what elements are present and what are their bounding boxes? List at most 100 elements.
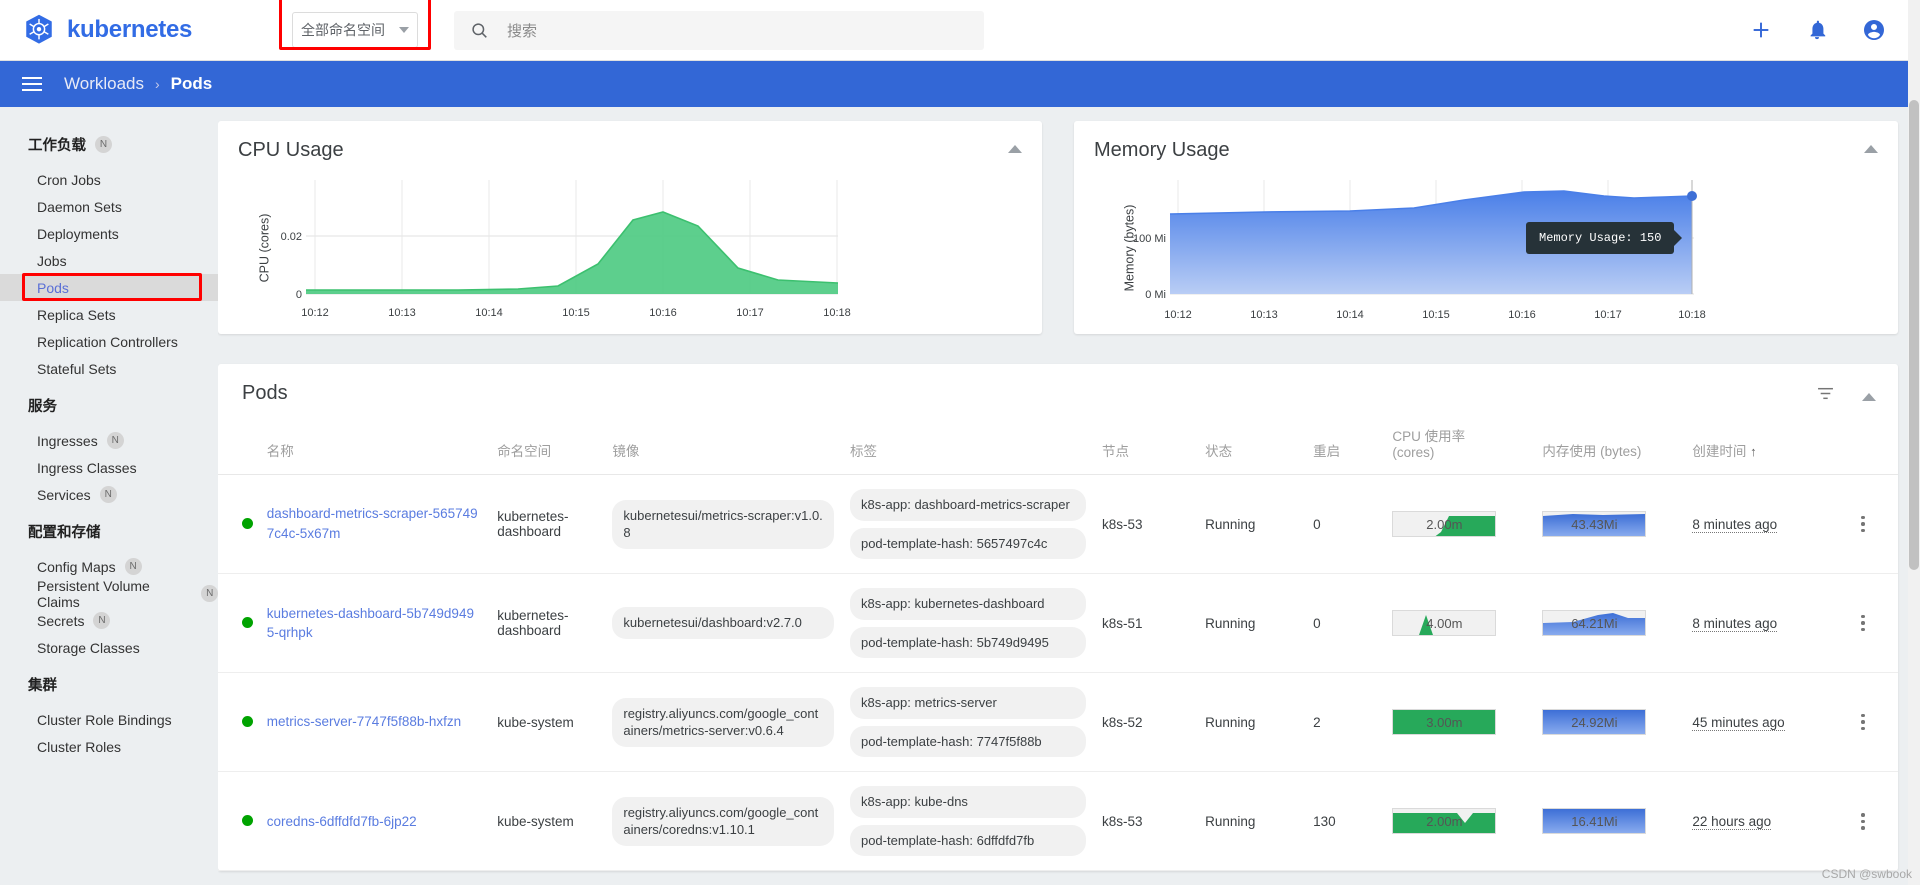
sidebar-item-persistent-volume-claims[interactable]: Persistent Volume Claims N [0,578,218,610]
sidebar-item-stateful-sets[interactable]: Stateful Sets [0,355,218,382]
svg-text:10:17: 10:17 [1594,309,1622,321]
th-images[interactable]: 镜像 [604,419,842,475]
table-row[interactable]: kubernetes-dashboard-5b749d9495-qrhpk kub… [218,573,1898,674]
bell-icon[interactable] [1806,19,1828,41]
pods-collapse-icon[interactable] [1862,392,1876,401]
memory-collapse-icon[interactable] [1864,145,1878,153]
app-shell: 工作负载 N Cron Jobs Daemon Sets Deployments Jobs… [0,107,1920,885]
sidebar-item-ingresses[interactable]: Ingresses N [0,427,218,454]
row-age-cell: 45 minutes ago [1684,672,1829,773]
th-name[interactable]: 名称 [258,419,490,475]
sidebar-item-label: Deployments [37,225,119,242]
row-name-cell: coredns-6dffdfd7fb-6jp22 [258,771,490,872]
th-created[interactable]: 创建时间 ↑ [1684,419,1829,475]
status-running-dot-icon [242,715,253,727]
chevron-down-icon [399,27,409,33]
sidebar-item-label: Jobs [37,252,67,269]
namespace-select[interactable]: 全部命名空间 [292,12,418,48]
memory-value: 24.92Mi [1571,714,1618,730]
sidebar-group-label: 服务 [28,399,57,415]
search-input[interactable]: 搜索 [507,20,537,41]
pod-name-link[interactable]: dashboard-metrics-scraper-5657497c4c-5x6… [267,506,478,541]
svg-text:10:14: 10:14 [475,307,503,319]
cpu-value: 2.00m [1426,516,1463,532]
label-chip: pod-template-hash: 7747f5f88b [849,725,1086,758]
sidebar-item-daemon-sets[interactable]: Daemon Sets [0,193,218,220]
row-cpu-cell: 2.00m [1384,474,1535,575]
row-memory-cell: 24.92Mi [1534,672,1685,773]
svg-text:10:15: 10:15 [1422,309,1450,321]
memory-value: 43.43Mi [1571,516,1618,532]
pods-table: 名称 命名空间 镜像 标签 节点 状态 重启 CPU 使用率 (cores) 内… [218,419,1898,872]
brand[interactable]: kubernetes [22,13,292,47]
row-node-cell: k8s-52 [1093,672,1198,773]
row-actions-cell [1828,474,1898,575]
th-namespace[interactable]: 命名空间 [489,419,605,475]
th-memory-usage[interactable]: 内存使用 (bytes) [1534,419,1685,475]
th-cpu-usage[interactable]: CPU 使用率 (cores) [1384,419,1535,475]
created-time[interactable]: 8 minutes ago [1692,516,1778,533]
table-row[interactable]: coredns-6dffdfd7fb-6jp22 kube-system regis… [218,771,1898,872]
breadcrumb-bar: Workloads › Pods [0,61,1920,107]
sidebar-item-config-maps[interactable]: Config Maps N [0,553,218,580]
pod-name-link[interactable]: kubernetes-dashboard-5b749d9495-qrhpk [267,606,474,641]
more-options-icon[interactable] [1836,813,1890,830]
th-labels[interactable]: 标签 [841,419,1094,475]
account-circle-icon[interactable] [1862,18,1886,42]
created-time[interactable]: 8 minutes ago [1692,615,1778,632]
sidebar-item-ingress-classes[interactable]: Ingress Classes [0,454,218,481]
pod-name-link[interactable]: coredns-6dffdfd7fb-6jp22 [267,814,417,829]
cpu-usage-card: CPU Usage CPU (cores) 0.02 0 10:12 10:13… [218,121,1042,334]
sidebar-item-services[interactable]: Services N [0,481,218,508]
sidebar-item-replication-controllers[interactable]: Replication Controllers [0,328,218,355]
cpu-sparkline: 3.00m [1392,709,1497,736]
th-restarts[interactable]: 重启 [1305,419,1385,475]
image-chip: kubernetesui/dashboard:v2.7.0 [612,607,834,639]
breadcrumb-parent[interactable]: Workloads [64,74,144,94]
cpu-chart-area: CPU (cores) 0.02 0 10:12 10:13 10:14 10:… [218,162,1042,334]
more-options-icon[interactable] [1836,713,1890,731]
svg-text:10:18: 10:18 [1678,309,1706,321]
topbar-actions [1750,18,1898,42]
row-namespace-cell: kube-system [489,771,605,872]
sidebar-item-jobs[interactable]: Jobs [0,247,218,274]
created-time[interactable]: 45 minutes ago [1692,714,1785,731]
sidebar-item-cluster-roles[interactable]: Cluster Roles [0,733,218,760]
row-image-cell: kubernetesui/dashboard:v2.7.0 [604,573,842,674]
cpu-collapse-icon[interactable] [1008,145,1022,153]
table-row[interactable]: metrics-server-7747f5f88b-hxfzn kube-syst… [218,672,1898,773]
filter-icon[interactable] [1815,383,1836,404]
sidebar-item-replica-sets[interactable]: Replica Sets [0,301,218,328]
more-options-icon[interactable] [1836,614,1890,632]
pod-name-link[interactable]: metrics-server-7747f5f88b-hxfzn [267,714,461,729]
row-restarts-cell: 130 [1305,771,1385,872]
sidebar-item-cluster-role-bindings[interactable]: Cluster Role Bindings [0,706,218,733]
sidebar-item-storage-classes[interactable]: Storage Classes [0,634,218,661]
th-state[interactable]: 状态 [1197,419,1306,475]
search-box[interactable]: 搜索 [454,10,984,50]
page-scrollbar-track[interactable] [1908,0,1920,885]
plus-icon[interactable] [1750,19,1772,41]
sidebar-item-cron-jobs[interactable]: Cron Jobs [0,166,218,193]
cpu-card-title: CPU Usage [238,139,344,161]
memory-sparkline: 24.92Mi [1542,709,1647,736]
cpu-value: 3.00m [1426,714,1463,730]
sidebar-item-deployments[interactable]: Deployments [0,220,218,247]
hamburger-menu-icon[interactable] [22,77,42,91]
sidebar-item-label: Daemon Sets [37,198,122,215]
page-scrollbar-thumb[interactable] [1909,100,1919,570]
sidebar-item-secrets[interactable]: Secrets N [0,607,218,634]
kubernetes-logo-icon [26,14,52,44]
image-chip: registry.aliyuncs.com/google_containers/… [612,697,834,747]
label-chip-group: k8s-app: kube-dns pod-template-hash: 6dff… [849,786,1086,857]
label-chip: pod-template-hash: 6dffdfd7fb [849,824,1086,857]
namespaced-badge: N [124,558,142,575]
sidebar-item-pods[interactable]: Pods [0,274,218,301]
cpu-value: 2.00m [1426,813,1463,829]
created-time[interactable]: 22 hours ago [1692,813,1772,830]
more-options-icon[interactable] [1836,515,1890,533]
table-row[interactable]: dashboard-metrics-scraper-5657497c4c-5x6… [218,474,1898,575]
cpu-card-header: CPU Usage [218,121,1042,162]
th-node[interactable]: 节点 [1093,419,1198,475]
sidebar-item-label: Cluster Role Bindings [37,711,172,728]
